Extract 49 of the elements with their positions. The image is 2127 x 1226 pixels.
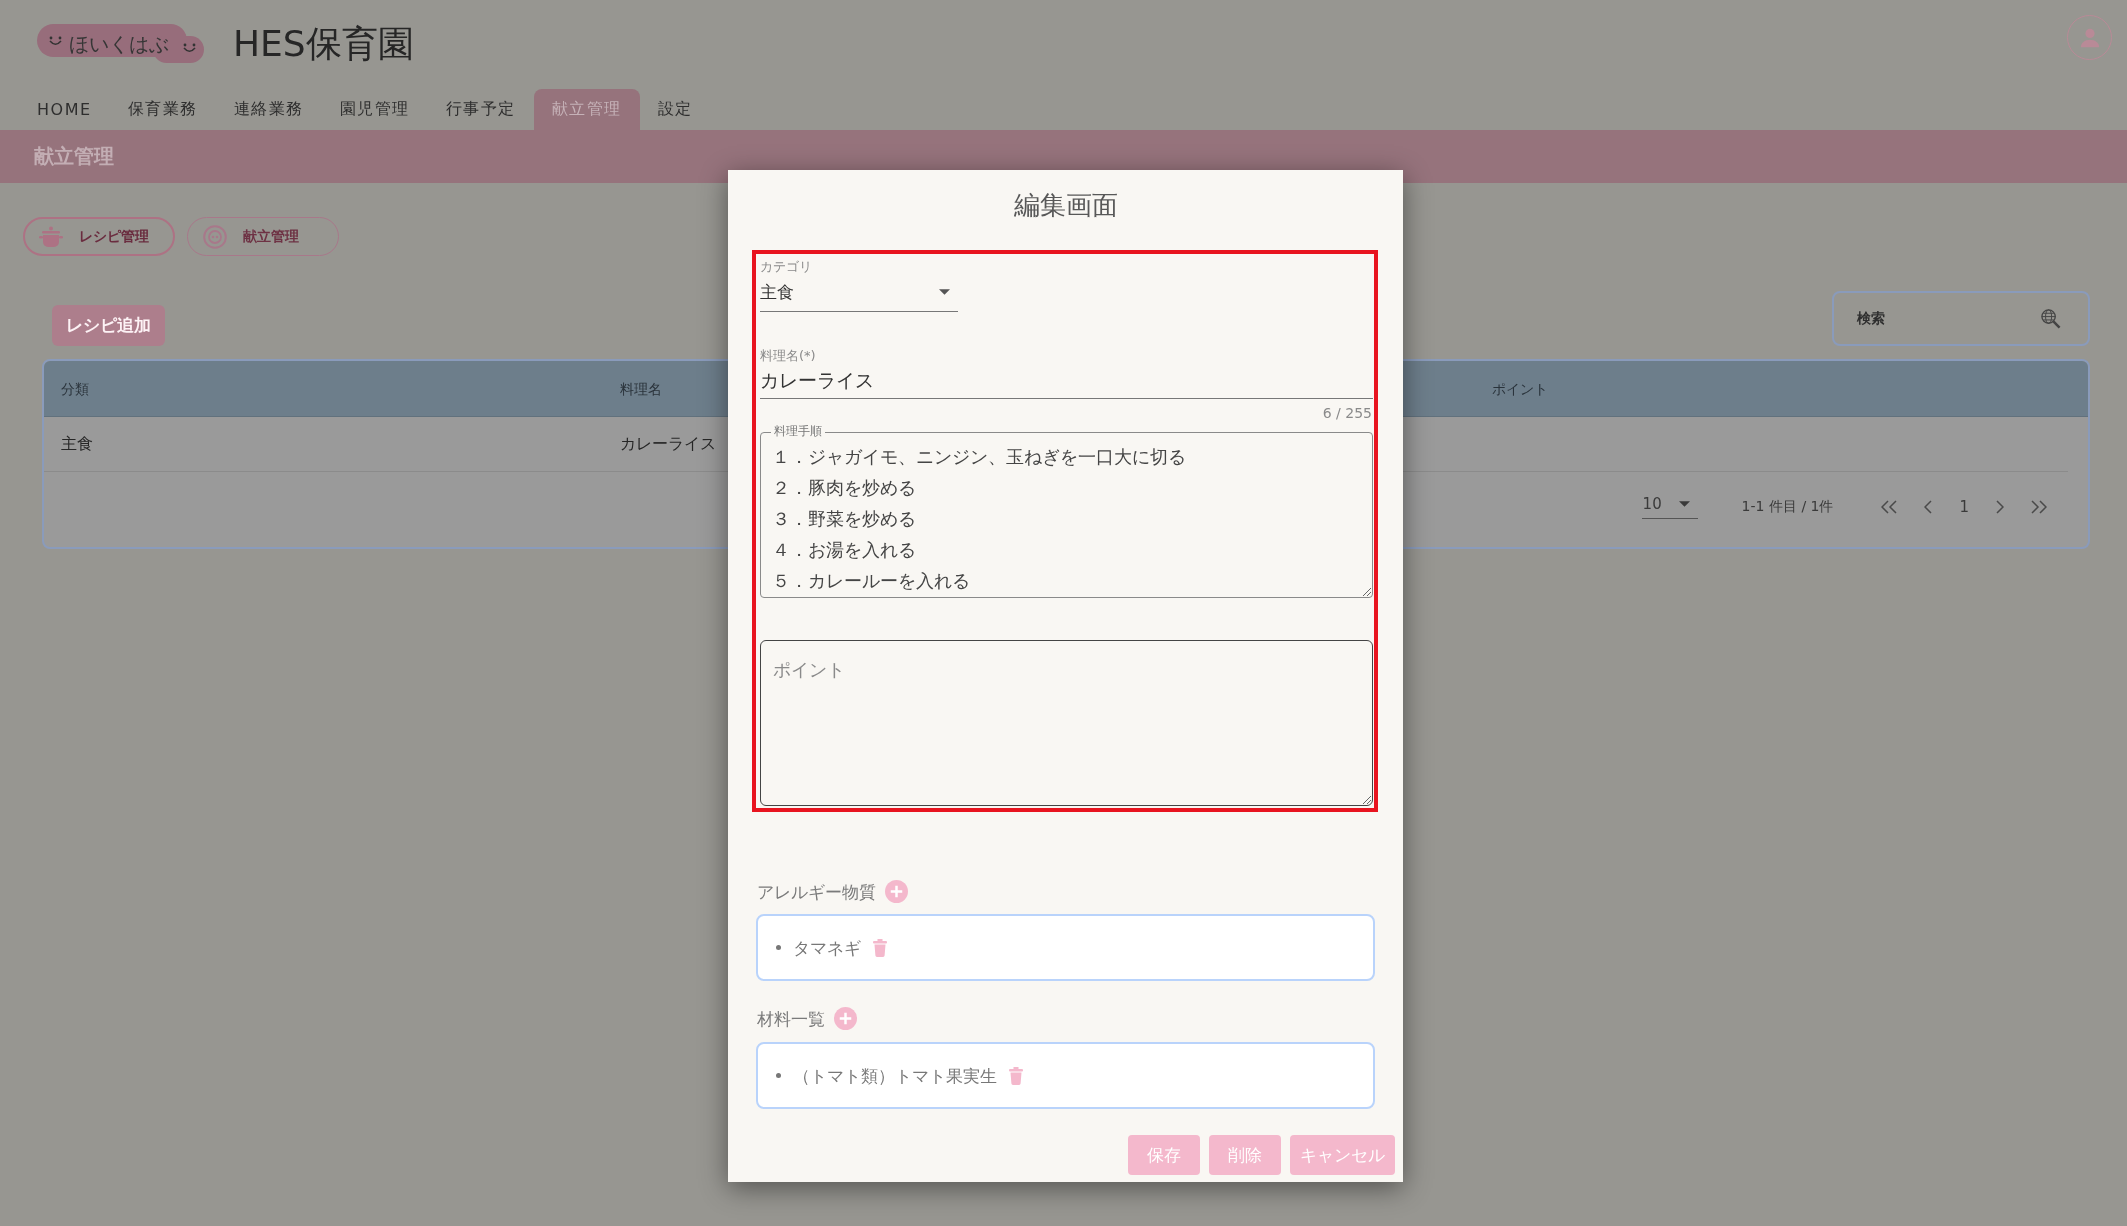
first-page-icon[interactable] <box>1881 499 1898 514</box>
nav-tab[interactable]: HOME <box>19 89 110 130</box>
pagination-range: 1-1 件目 / 1件 <box>1741 497 1834 516</box>
section-label: アレルギー物質 <box>757 880 876 903</box>
dialog-title: 編集画面 <box>1012 189 1119 221</box>
table-cell: 主食 <box>61 433 93 453</box>
nav-tab[interactable]: 行事予定 <box>427 89 534 130</box>
section-label: 材料一覧 <box>757 1007 825 1030</box>
column-header: ポイント <box>1492 380 1548 397</box>
resize-grip-icon[interactable] <box>1361 794 1371 804</box>
face-ring-icon <box>203 224 227 249</box>
bullet-icon <box>776 1073 781 1078</box>
add-recipe-button[interactable]: レシピ追加 <box>52 305 165 346</box>
page-title: 献立管理 <box>34 143 114 170</box>
smiley-icon <box>48 36 63 47</box>
nav-tab[interactable]: 園児管理 <box>321 89 428 130</box>
trash-icon[interactable] <box>873 938 887 957</box>
column-header: 分類 <box>61 380 89 397</box>
site-title: HES保育園 <box>233 24 414 64</box>
list-item-text: タマネギ <box>793 936 861 959</box>
previous-page-icon[interactable] <box>1924 499 1933 514</box>
bullet-icon <box>776 945 781 950</box>
search-field[interactable]: 検索 <box>1832 291 2090 346</box>
caret-icon <box>1678 500 1690 507</box>
trash-icon[interactable] <box>1009 1066 1023 1085</box>
dish-name-field[interactable]: 料理名(*) カレーライス <box>760 348 1373 399</box>
search-icon[interactable] <box>2040 308 2061 329</box>
add-circle-icon[interactable] <box>834 1007 857 1030</box>
page-size-select[interactable]: 10 <box>1641 494 1698 519</box>
logo-text: ほいくはぶ <box>69 31 169 57</box>
add-circle-icon[interactable] <box>885 880 908 903</box>
list-item-text: （トマト類）トマト果実生 <box>793 1064 997 1087</box>
last-page-icon[interactable] <box>2031 499 2047 514</box>
page-number[interactable]: 1 <box>1959 497 1969 516</box>
person-icon <box>2078 26 2101 49</box>
resize-grip-icon[interactable] <box>1361 586 1371 596</box>
category-select[interactable]: カテゴリ 主食 <box>760 259 958 312</box>
next-page-icon[interactable] <box>1996 499 2004 514</box>
sub-nav-button[interactable]: レシピ管理 <box>23 217 175 256</box>
column-header: 料理名 <box>620 380 662 397</box>
table-cell: カレーライス <box>620 433 716 453</box>
character-counter: 6 / 255 <box>1321 405 1373 421</box>
caret-icon <box>939 289 950 295</box>
nav-tab[interactable]: 保育業務 <box>109 89 216 130</box>
point-textarea[interactable]: ポイント <box>760 640 1373 806</box>
nav-tab[interactable]: 設定 <box>639 89 711 130</box>
nav-tab[interactable]: 連絡業務 <box>215 89 322 130</box>
smiley-icon <box>182 43 197 54</box>
pot-icon <box>39 225 63 248</box>
